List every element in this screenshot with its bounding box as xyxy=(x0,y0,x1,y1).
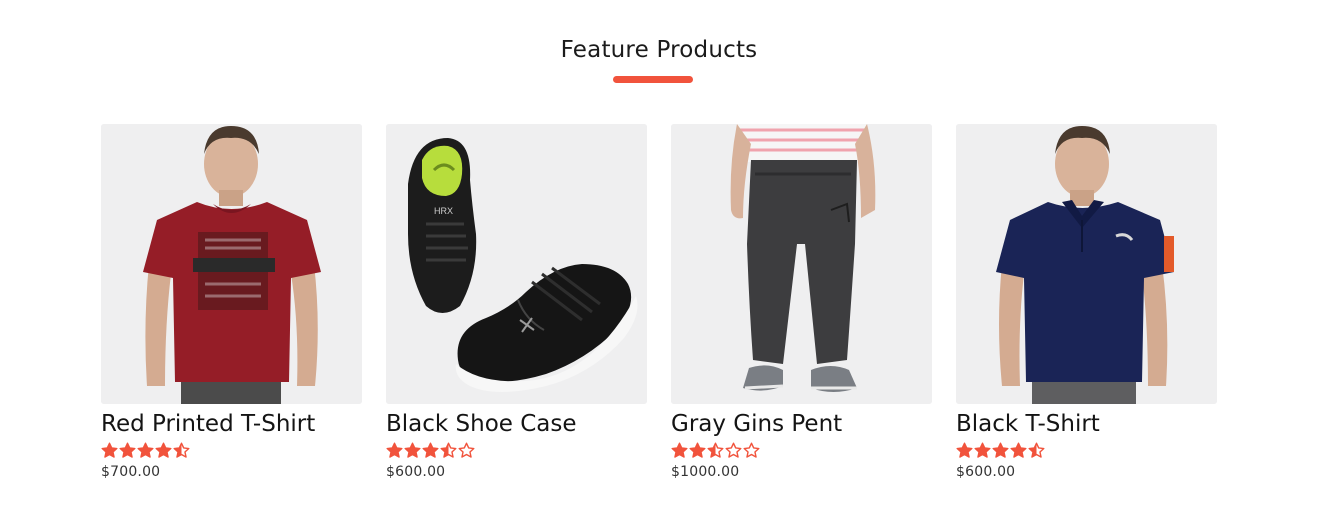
product-name[interactable]: Black T-Shirt xyxy=(956,409,1217,439)
star-full-icon xyxy=(155,442,172,458)
product-name[interactable]: Black Shoe Case xyxy=(386,409,647,439)
product-rating xyxy=(671,442,932,464)
star-full-icon xyxy=(956,442,973,458)
star-full-icon xyxy=(671,442,688,458)
star-full-icon xyxy=(974,442,991,458)
red-tshirt-model-image xyxy=(101,124,362,404)
product-image[interactable] xyxy=(101,124,362,404)
star-half-icon xyxy=(440,442,457,458)
gray-pants-model-image xyxy=(671,124,932,404)
product-card-black-tshirt[interactable]: Black T-Shirt $600.00 xyxy=(956,124,1217,480)
star-half-icon xyxy=(707,442,724,458)
star-full-icon xyxy=(689,442,706,458)
product-grid: Red Printed T-Shirt $700.00 HRX Black Sh… xyxy=(101,124,1221,504)
svg-text:HRX: HRX xyxy=(434,206,453,216)
product-rating xyxy=(956,442,1217,464)
star-empty-icon xyxy=(725,442,742,458)
product-image[interactable]: HRX xyxy=(386,124,647,404)
product-name[interactable]: Gray Gins Pent xyxy=(671,409,932,439)
star-full-icon xyxy=(422,442,439,458)
product-rating xyxy=(386,442,647,464)
star-full-icon xyxy=(992,442,1009,458)
black-shoes-image: HRX xyxy=(386,124,647,404)
star-full-icon xyxy=(1010,442,1027,458)
product-card-black-shoe-case[interactable]: HRX Black Shoe Case $600.00 xyxy=(386,124,647,480)
section-title: Feature Products xyxy=(560,37,758,63)
product-card-gray-gins-pent[interactable]: Gray Gins Pent $1000.00 xyxy=(671,124,932,480)
product-image[interactable] xyxy=(671,124,932,404)
star-full-icon xyxy=(101,442,118,458)
product-card-red-printed-tshirt[interactable]: Red Printed T-Shirt $700.00 xyxy=(101,124,362,480)
navy-polo-model-image xyxy=(956,124,1217,404)
product-price: $1000.00 xyxy=(671,464,740,480)
product-name[interactable]: Red Printed T-Shirt xyxy=(101,409,362,439)
product-price: $600.00 xyxy=(956,464,1016,480)
star-half-icon xyxy=(173,442,190,458)
star-full-icon xyxy=(404,442,421,458)
product-rating xyxy=(101,442,362,464)
star-empty-icon xyxy=(458,442,475,458)
star-empty-icon xyxy=(743,442,760,458)
product-price: $700.00 xyxy=(101,464,161,480)
star-full-icon xyxy=(119,442,136,458)
product-image[interactable] xyxy=(956,124,1217,404)
star-full-icon xyxy=(386,442,403,458)
product-price: $600.00 xyxy=(386,464,446,480)
star-half-icon xyxy=(1028,442,1045,458)
title-underline xyxy=(613,76,693,83)
star-full-icon xyxy=(137,442,154,458)
